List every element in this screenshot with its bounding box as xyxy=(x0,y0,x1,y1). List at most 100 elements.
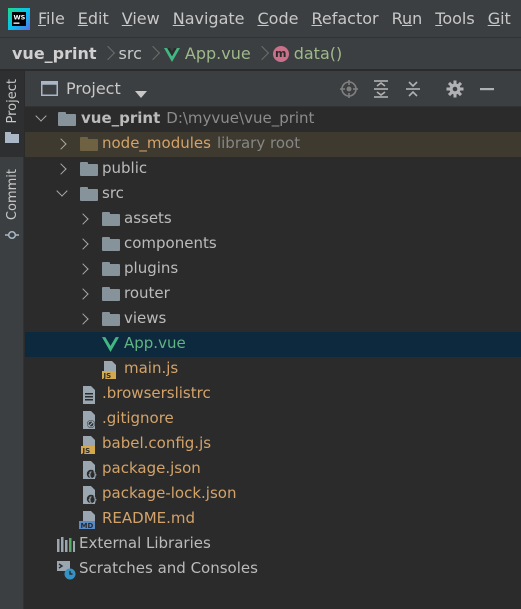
commit-tab-label: Commit xyxy=(4,169,20,221)
folder-icon xyxy=(102,312,120,326)
tree-item-label: README.md xyxy=(102,509,196,527)
tree-item-label: router xyxy=(124,284,170,302)
tree-item-babel-config[interactable]: JS babel.config.js xyxy=(25,432,521,457)
scratches-icon xyxy=(57,561,76,580)
breadcrumb-file[interactable]: App.vue xyxy=(185,44,251,63)
tree-item-package-json[interactable]: {} package.json xyxy=(25,457,521,482)
breadcrumb-separator-icon xyxy=(257,44,267,64)
tree-item-package-lock[interactable]: {} package-lock.json xyxy=(25,482,521,507)
project-tab-label: Project xyxy=(4,79,20,124)
breadcrumb-folder[interactable]: src xyxy=(119,44,142,63)
chevron-right-icon[interactable] xyxy=(77,238,89,250)
menu-file[interactable]: File xyxy=(38,0,65,37)
breadcrumb-project[interactable]: vue_print xyxy=(12,44,97,63)
menu-tools[interactable]: Tools xyxy=(435,0,474,37)
menu-edit[interactable]: Edit xyxy=(78,0,109,37)
tree-item-label: assets xyxy=(124,209,172,227)
project-panel-header: Project xyxy=(25,71,521,107)
menu-refactor[interactable]: Refactor xyxy=(311,0,378,37)
config-file-icon xyxy=(81,386,97,404)
tree-item-label: node_modules library root xyxy=(102,134,300,152)
tree-item-views[interactable]: views xyxy=(25,307,521,332)
hide-panel-icon[interactable] xyxy=(477,79,497,99)
project-view-icon xyxy=(41,81,58,96)
tree-item-label: package.json xyxy=(102,459,201,477)
breadcrumb: vue_print src App.vue m data() xyxy=(0,37,521,70)
tree-item-label: main.js xyxy=(124,359,179,377)
tree-item-browserslistrc[interactable]: .browserslistrc xyxy=(25,382,521,407)
folder-icon xyxy=(80,162,98,176)
commit-icon xyxy=(5,226,19,240)
project-tree: vue_print D:\myvue\vue_print node_modules… xyxy=(25,107,521,582)
chevron-right-icon[interactable] xyxy=(55,163,67,175)
root-path: D:\myvue\vue_print xyxy=(166,109,315,127)
tree-item-label: src xyxy=(102,184,124,202)
tree-item-label: components xyxy=(124,234,217,252)
menu-view[interactable]: View xyxy=(122,0,160,37)
tree-item-root[interactable]: vue_print D:\myvue\vue_print xyxy=(25,107,521,132)
json-file-icon: {} xyxy=(81,461,97,479)
tree-item-main-js[interactable]: JS main.js xyxy=(25,357,521,382)
tree-item-scratches[interactable]: Scratches and Consoles xyxy=(25,557,521,582)
folder-icon xyxy=(80,137,98,151)
method-icon: m xyxy=(272,45,289,62)
menu-code[interactable]: Code xyxy=(258,0,299,37)
tree-item-label: plugins xyxy=(124,259,179,277)
chevron-right-icon[interactable] xyxy=(77,313,89,325)
menu-git[interactable]: Git xyxy=(488,0,511,37)
gear-icon[interactable] xyxy=(445,79,465,99)
folder-icon xyxy=(102,237,120,251)
breadcrumb-separator-icon xyxy=(148,44,158,64)
library-root-hint: library root xyxy=(216,134,301,152)
chevron-right-icon[interactable] xyxy=(77,288,89,300)
tree-item-label: package-lock.json xyxy=(102,484,237,502)
tree-item-readme[interactable]: MD README.md xyxy=(25,507,521,532)
folder-icon xyxy=(5,129,19,144)
panel-title[interactable]: Project xyxy=(66,79,121,98)
tree-item-router[interactable]: router xyxy=(25,282,521,307)
ignore-file-icon xyxy=(81,411,97,429)
chevron-right-icon[interactable] xyxy=(77,213,89,225)
tree-item-public[interactable]: public xyxy=(25,157,521,182)
tree-item-src[interactable]: src xyxy=(25,182,521,207)
collapse-all-icon[interactable] xyxy=(403,79,423,99)
tree-item-app-vue[interactable]: App.vue xyxy=(25,332,521,357)
js-file-icon: JS xyxy=(81,436,97,455)
folder-icon xyxy=(58,112,76,126)
menu-bar: WS File Edit View Navigate Code Refactor… xyxy=(0,0,521,37)
chevron-down-icon[interactable] xyxy=(35,110,47,122)
chevron-right-icon[interactable] xyxy=(77,263,89,275)
tree-item-external-libraries[interactable]: External Libraries xyxy=(25,532,521,557)
breadcrumb-separator-icon xyxy=(103,44,113,64)
js-file-icon: JS xyxy=(102,361,118,380)
tree-item-node-modules[interactable]: node_modules library root xyxy=(25,132,521,157)
node-modules-name: node_modules xyxy=(102,134,211,152)
view-dropdown-icon[interactable] xyxy=(134,85,147,98)
svg-text:JS: JS xyxy=(103,372,112,379)
locate-file-icon[interactable] xyxy=(339,79,359,99)
expand-all-icon[interactable] xyxy=(371,79,391,99)
folder-icon xyxy=(102,212,120,226)
tree-item-components[interactable]: components xyxy=(25,232,521,257)
folder-icon xyxy=(102,262,120,276)
vue-file-icon xyxy=(102,337,119,352)
tree-item-gitignore[interactable]: .gitignore xyxy=(25,407,521,432)
tree-item-label: public xyxy=(102,159,148,177)
json-file-icon: {} xyxy=(81,486,97,504)
tree-item-plugins[interactable]: plugins xyxy=(25,257,521,282)
svg-text:WS: WS xyxy=(14,13,26,21)
tree-item-label: .gitignore xyxy=(102,409,174,427)
webstorm-logo-icon[interactable]: WS xyxy=(8,7,30,30)
breadcrumb-method[interactable]: data() xyxy=(294,44,343,63)
menu-navigate[interactable]: Navigate xyxy=(173,0,245,37)
project-tool-tab[interactable]: Project xyxy=(0,71,24,157)
tree-item-assets[interactable]: assets xyxy=(25,207,521,232)
menu-run[interactable]: Run xyxy=(392,0,423,37)
chevron-down-icon[interactable] xyxy=(56,185,68,197)
folder-icon xyxy=(102,287,120,301)
tree-item-label: vue_print D:\myvue\vue_print xyxy=(81,109,314,127)
tree-item-label: views xyxy=(124,309,167,327)
chevron-right-icon[interactable] xyxy=(55,138,67,150)
tree-item-label: External Libraries xyxy=(79,534,211,552)
commit-tool-tab[interactable]: Commit xyxy=(0,169,24,249)
